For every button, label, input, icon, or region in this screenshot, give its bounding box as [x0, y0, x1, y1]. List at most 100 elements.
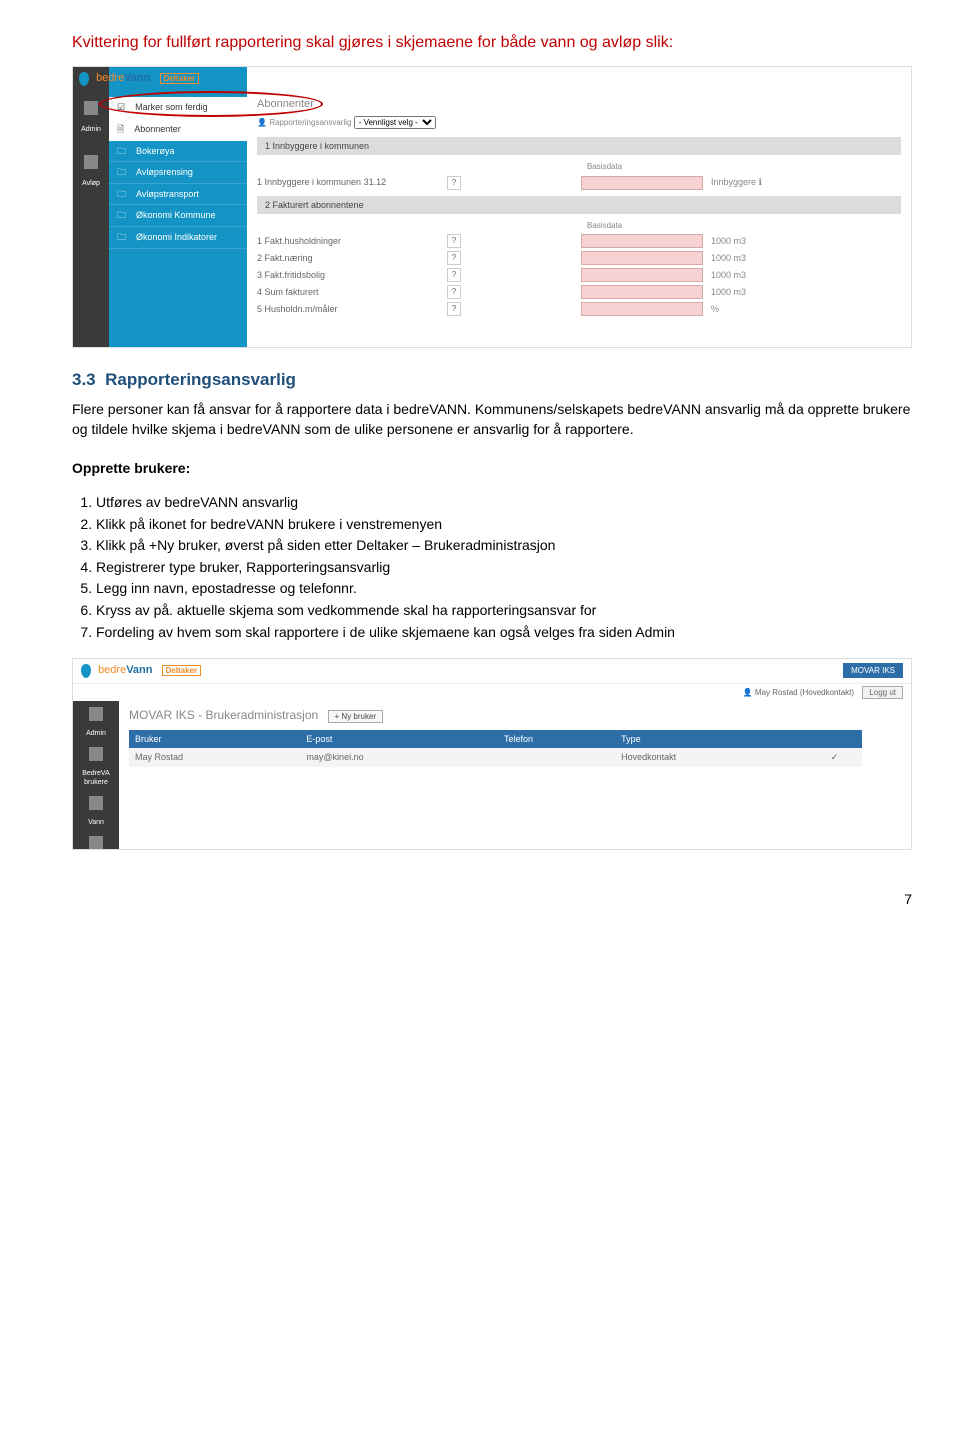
checkbox-icon[interactable] — [117, 101, 129, 114]
brand-badge-2: Deltaker — [162, 665, 202, 676]
steps-list: Utføres av bedreVANN ansvarligKlikk på i… — [96, 493, 912, 642]
sb-brukere[interactable]: BedreVA brukere — [73, 769, 119, 789]
row-label: 1 Fakt.husholdninger — [257, 235, 447, 248]
crumb-label: Rapporteringsansvarlig — [269, 118, 351, 127]
users-icon[interactable] — [89, 747, 103, 761]
step-5: Legg inn navn, epostadresse og telefonnr… — [96, 579, 912, 599]
help-icon[interactable]: ? — [447, 302, 461, 316]
row-label: 4 Sum fakturert — [257, 286, 447, 299]
brand-logo: bedreVann Deltaker — [79, 71, 199, 86]
main-panel: Abonnenter 👤 Rapporteringsansvarlig - Ve… — [247, 67, 911, 347]
crumb-select[interactable]: - Vennligst velg - — [354, 116, 436, 129]
th-telefon: Telefon — [498, 730, 615, 749]
row-label: 3 Fakt.fritidsbolig — [257, 269, 447, 282]
logout-button[interactable]: Logg ut — [862, 686, 903, 699]
avlop-icon[interactable] — [84, 155, 98, 169]
sidebar-item-okonomi-indikatorer[interactable]: Økonomi Indikatorer — [109, 227, 247, 249]
paragraph-1: Flere personer kan få ansvar for å rappo… — [72, 400, 912, 439]
admin-icon-2[interactable] — [89, 707, 103, 721]
td-epost: may@kinei.no — [300, 748, 498, 767]
unit-label: % — [711, 303, 719, 316]
brand-badge: Deltaker — [160, 73, 200, 84]
section-number: 3.3 — [72, 370, 96, 389]
crumb-row: 👤 Rapporteringsansvarlig - Vennligst vel… — [257, 116, 901, 129]
folder-icon — [117, 145, 130, 158]
sidebar-item-okonomi-kommune[interactable]: Økonomi Kommune — [109, 205, 247, 227]
td-telefon — [498, 748, 615, 767]
sidebar-dark-avlop[interactable]: Avløp — [82, 179, 100, 189]
sidebar-label: Abonnenter — [134, 123, 181, 136]
input-box[interactable] — [581, 251, 703, 265]
marker-label: Marker som ferdig — [135, 101, 208, 114]
sidebar-label: Økonomi Kommune — [136, 209, 216, 222]
input-box[interactable] — [581, 234, 703, 248]
section-header-2: 2 Fakturert abonnentene — [257, 196, 901, 215]
step-4: Registrerer type bruker, Rapporteringsan… — [96, 558, 912, 578]
brand-pre-2: bedre — [98, 664, 126, 676]
sidebar-item-avlopsrensing[interactable]: Avløpsrensing — [109, 162, 247, 184]
row-label: 5 Husholdn.m/måler — [257, 303, 447, 316]
screenshot-1: bedreVann Deltaker Admin Avløp Marker so… — [72, 66, 912, 348]
td-bruker: May Rostad — [129, 748, 300, 767]
sidebar-item-avlopstransport[interactable]: Avløpstransport — [109, 184, 247, 206]
new-user-button[interactable]: + Ny bruker — [328, 710, 384, 723]
sb-admin[interactable]: Admin — [86, 729, 106, 739]
droplet-icon — [79, 72, 89, 86]
brand-pre: bedre — [96, 72, 124, 84]
section-title: Rapporteringsansvarlig — [105, 370, 296, 389]
avlop-icon-2[interactable] — [89, 836, 103, 850]
sidebar-dark-2: Admin BedreVA brukere Vann Avløp — [73, 701, 119, 850]
user-row: 👤 May Rostad (Hovedkontakt) Logg ut — [73, 684, 911, 701]
th-bruker: Bruker — [129, 730, 300, 749]
help-icon[interactable]: ? — [447, 234, 461, 248]
input-box[interactable] — [581, 285, 703, 299]
unit-label: Innbyggere ℹ — [711, 176, 762, 189]
sidebar-label: Avløpsrensing — [136, 166, 193, 179]
brand-logo-2: bedreVann Deltaker — [81, 663, 201, 678]
brand-main-2: Vann — [126, 664, 152, 676]
step-6: Kryss av på. aktuelle skjema som vedkomm… — [96, 601, 912, 621]
folder-icon — [117, 166, 130, 179]
sidebar-blue: Marker som ferdig Abonnenter Bokerøya Av… — [109, 67, 247, 347]
th-type: Type — [615, 730, 806, 749]
data-row: 4 Sum fakturert?1000 m3 — [257, 285, 901, 299]
sb-vann[interactable]: Vann — [88, 818, 104, 828]
input-box[interactable] — [581, 176, 703, 190]
input-box[interactable] — [581, 302, 703, 316]
td-check[interactable]: ✓ — [807, 748, 863, 767]
marker-som-ferdig-row[interactable]: Marker som ferdig — [109, 97, 247, 119]
sidebar-item-abonnenter[interactable]: Abonnenter — [109, 119, 247, 141]
org-badge: MOVAR IKS — [843, 663, 903, 678]
vann-icon[interactable] — [89, 796, 103, 810]
droplet-icon — [81, 664, 91, 678]
admin-icon[interactable] — [84, 101, 98, 115]
unit-label: 1000 m3 — [711, 235, 746, 248]
help-icon[interactable]: ? — [447, 285, 461, 299]
folder-icon — [117, 188, 130, 201]
help-icon[interactable]: ? — [447, 251, 461, 265]
sidebar-dark: Admin Avløp — [73, 67, 109, 347]
step-3: Klikk på +Ny bruker, øverst på siden ett… — [96, 536, 912, 556]
step-7: Fordeling av hvem som skal rapportere i … — [96, 623, 912, 643]
basisdata-label: Basisdata — [257, 161, 901, 172]
sidebar-dark-admin[interactable]: Admin — [81, 125, 101, 135]
data-row: 5 Husholdn.m/måler?% — [257, 302, 901, 316]
page-title-2: MOVAR IKS - Brukeradministrasjon + Ny br… — [129, 707, 901, 724]
step-2: Klikk på ikonet for bedreVANN brukere i … — [96, 515, 912, 535]
content-2: MOVAR IKS - Brukeradministrasjon + Ny br… — [119, 701, 911, 850]
user-table: Bruker E-post Telefon Type May Rostad ma… — [129, 730, 862, 767]
th-epost: E-post — [300, 730, 498, 749]
section-heading: 3.3 Rapporteringsansvarlig — [72, 368, 912, 392]
table-row[interactable]: May Rostad may@kinei.no Hovedkontakt ✓ — [129, 748, 862, 767]
data-row: 1 Fakt.husholdninger? 1000 m3 — [257, 234, 901, 248]
data-row: 1 Innbyggere i kommunen 31.12 ? Innbygge… — [257, 176, 901, 190]
input-box[interactable] — [581, 268, 703, 282]
unit-label: 1000 m3 — [711, 269, 746, 282]
sidebar-item-bokeroya[interactable]: Bokerøya — [109, 141, 247, 163]
help-icon[interactable]: ? — [447, 268, 461, 282]
main-title: Abonnenter — [257, 97, 901, 112]
doc-icon — [117, 123, 128, 136]
help-icon[interactable]: ? — [447, 176, 461, 190]
sidebar-label: Økonomi Indikatorer — [136, 231, 217, 244]
sidebar-label: Avløpstransport — [136, 188, 199, 201]
